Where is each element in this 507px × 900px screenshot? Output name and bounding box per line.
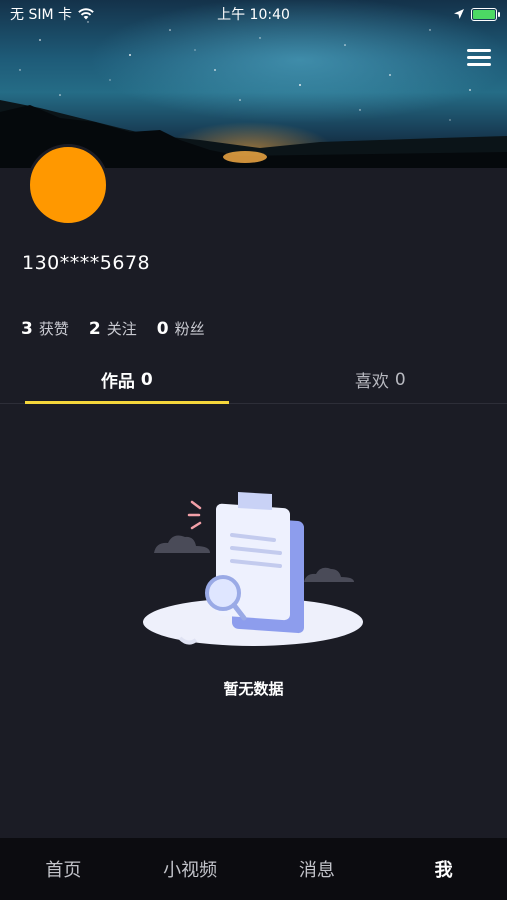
nav-me[interactable]: 我 (380, 838, 507, 900)
nav-short-video[interactable]: 小视频 (127, 838, 254, 900)
menu-icon[interactable] (467, 49, 491, 69)
tab-works-count: 0 (140, 369, 153, 390)
stat-following-value: 2 (88, 319, 101, 339)
profile-screen: 无 SIM 卡 上午 10:40 130****5678 3 获赞 2 关注 0… (0, 0, 507, 900)
stat-likes-label: 获赞 (38, 320, 69, 338)
bottom-navigation: 首页 小视频 消息 我 (0, 838, 507, 900)
wifi-icon (78, 8, 94, 20)
nav-messages[interactable]: 消息 (254, 838, 381, 900)
stat-following-label: 关注 (106, 320, 137, 338)
nav-home[interactable]: 首页 (0, 838, 127, 900)
stat-likes-value: 3 (21, 319, 33, 339)
tab-likes-label: 喜欢 (354, 372, 389, 392)
empty-document-illustration (143, 492, 363, 646)
stat-likes[interactable]: 3 获赞 (21, 318, 69, 339)
stat-followers[interactable]: 0 粉丝 (157, 318, 205, 339)
active-tab-indicator (25, 401, 229, 404)
carrier-label: 无 SIM 卡 (10, 7, 72, 23)
avatar[interactable] (27, 144, 109, 226)
battery-icon (471, 7, 500, 21)
content-tabs: 作品 0 喜欢 0 (0, 356, 507, 404)
tab-works[interactable]: 作品 0 (0, 356, 254, 404)
empty-state-text: 暂无数据 (223, 680, 284, 698)
tab-likes[interactable]: 喜欢 0 (254, 356, 507, 403)
user-phone-number: 130****5678 (22, 252, 151, 274)
user-stats: 3 获赞 2 关注 0 粉丝 (21, 318, 205, 339)
stat-following[interactable]: 2 关注 (89, 318, 137, 339)
status-bar: 无 SIM 卡 上午 10:40 (0, 0, 507, 28)
tab-works-label: 作品 (100, 372, 135, 392)
stat-followers-label: 粉丝 (174, 320, 205, 338)
status-right (453, 7, 500, 21)
stat-followers-value: 0 (156, 319, 169, 339)
status-left: 无 SIM 卡 (10, 4, 94, 24)
tab-likes-count: 0 (394, 369, 406, 390)
location-arrow-icon (454, 9, 464, 19)
